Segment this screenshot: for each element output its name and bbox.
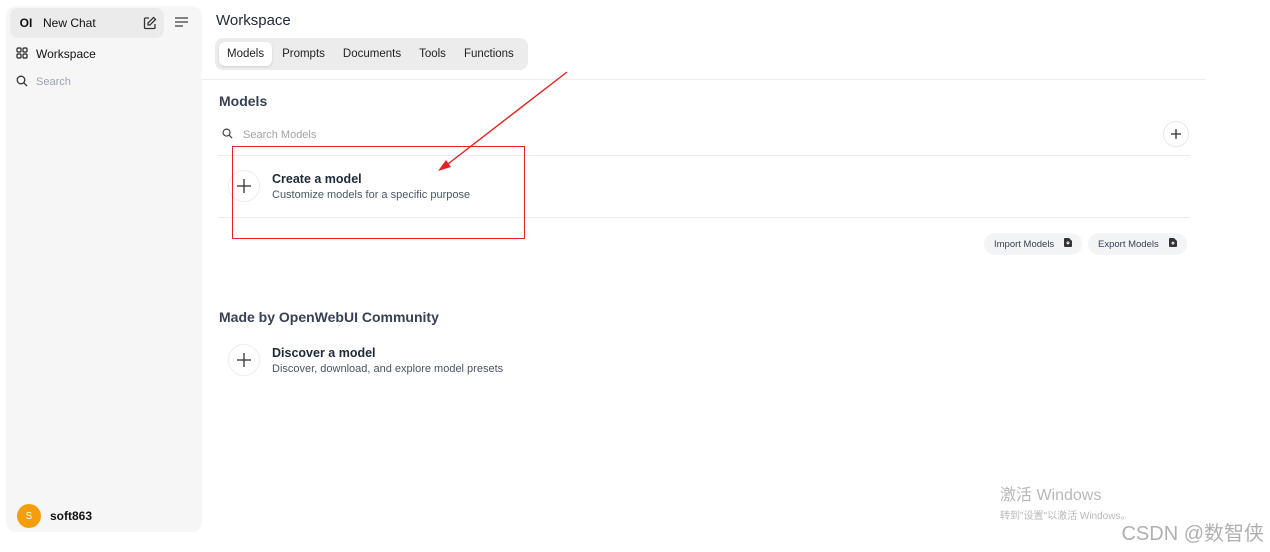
grid-icon [16, 46, 28, 62]
header-divider [202, 79, 1205, 80]
discover-model-card[interactable]: Discover a model Discover, download, and… [228, 344, 503, 376]
csdn-watermark: CSDN @数智侠 [1121, 523, 1264, 545]
annotation-highlight-box [232, 146, 525, 239]
export-models-button[interactable]: Export Models [1088, 233, 1187, 255]
sidebar-item-label: Workspace [36, 47, 96, 61]
page-title: Workspace [216, 12, 291, 29]
watermark-subtitle: 转到"设置"以激活 Windows。 [1000, 511, 1131, 522]
tab-prompts[interactable]: Prompts [274, 42, 333, 66]
user-menu[interactable]: S soft863 [17, 504, 92, 528]
models-search-input[interactable]: Search Models [222, 126, 316, 144]
models-search-placeholder: Search Models [243, 129, 317, 141]
watermark-title: 激活 Windows [1000, 487, 1102, 504]
tab-tools[interactable]: Tools [411, 42, 454, 66]
new-chat-label: New Chat [43, 16, 96, 30]
menu-icon[interactable] [173, 15, 189, 29]
import-models-label: Import Models [994, 238, 1055, 250]
add-model-button[interactable] [1163, 121, 1189, 147]
plus-icon [228, 344, 260, 376]
file-export-icon [1168, 238, 1177, 250]
export-models-label: Export Models [1098, 238, 1159, 250]
tab-documents[interactable]: Documents [335, 42, 409, 66]
sidebar-search[interactable]: Search [10, 72, 198, 92]
windows-activation-watermark: 激活 Windows 转到"设置"以激活 Windows。 [1000, 481, 1130, 522]
sidebar-search-placeholder: Search [36, 76, 71, 88]
models-section-title: Models [219, 93, 268, 109]
community-section-title: Made by OpenWebUI Community [219, 309, 439, 325]
search-icon [16, 75, 28, 90]
discover-model-title: Discover a model [272, 345, 376, 360]
sidebar: OI New Chat Workspace Search S soft863 [6, 6, 202, 532]
import-models-button[interactable]: Import Models [984, 233, 1083, 255]
discover-model-subtitle: Discover, download, and explore model pr… [272, 362, 504, 375]
workspace-tabs: Models Prompts Documents Tools Functions [215, 38, 528, 70]
search-icon [222, 126, 233, 144]
new-chat-button[interactable]: OI New Chat [10, 8, 164, 38]
file-import-icon [1064, 238, 1073, 250]
tab-functions[interactable]: Functions [456, 42, 522, 66]
edit-icon[interactable] [142, 15, 158, 31]
tab-models[interactable]: Models [219, 42, 273, 66]
plus-icon [1171, 129, 1181, 139]
openwebui-logo: OI [19, 16, 33, 30]
avatar: S [17, 504, 41, 528]
user-name: soft863 [50, 509, 93, 523]
sidebar-item-workspace[interactable]: Workspace [10, 44, 198, 64]
